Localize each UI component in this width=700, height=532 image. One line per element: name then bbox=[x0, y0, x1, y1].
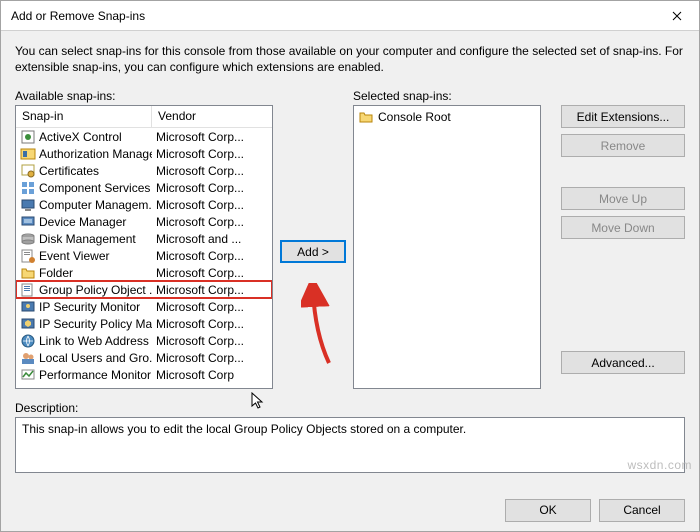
selected-item-name: Console Root bbox=[378, 110, 451, 124]
selected-label: Selected snap-ins: bbox=[353, 89, 685, 103]
cert-icon bbox=[20, 163, 36, 179]
computer-icon bbox=[20, 197, 36, 213]
snapin-vendor: Microsoft Corp... bbox=[152, 317, 272, 331]
selected-snapins-list[interactable]: Console Root bbox=[353, 105, 541, 389]
list-item[interactable]: IP Security Policy Ma...Microsoft Corp..… bbox=[16, 315, 272, 332]
list-item[interactable]: ActiveX Control Microsoft Corp... bbox=[16, 128, 272, 145]
available-header[interactable]: Snap-in Vendor bbox=[16, 106, 272, 128]
right-button-column: Edit Extensions... Remove Move Up Move D… bbox=[541, 105, 685, 389]
snapin-name: Local Users and Gro... bbox=[39, 351, 152, 365]
titlebar: Add or Remove Snap-ins bbox=[1, 1, 699, 31]
window-title: Add or Remove Snap-ins bbox=[11, 9, 654, 23]
snapin-vendor: Microsoft Corp... bbox=[152, 300, 272, 314]
snapin-vendor: Microsoft Corp... bbox=[152, 181, 272, 195]
folder-icon bbox=[358, 109, 374, 125]
auth-icon bbox=[20, 146, 36, 162]
snapin-name: Performance Monitor bbox=[39, 368, 151, 382]
snapin-name: ActiveX Control bbox=[39, 130, 122, 144]
close-icon bbox=[672, 11, 682, 21]
snapin-name: Device Manager bbox=[39, 215, 126, 229]
list-item[interactable]: Event Viewer Microsoft Corp... bbox=[16, 247, 272, 264]
snapin-name: Disk Management bbox=[39, 232, 136, 246]
list-item[interactable]: Folder Microsoft Corp... bbox=[16, 264, 272, 281]
snapin-name: Component Services bbox=[39, 181, 150, 195]
column-snapin[interactable]: Snap-in bbox=[16, 106, 152, 127]
perf-icon bbox=[20, 367, 36, 383]
snapin-name: Certificates bbox=[39, 164, 99, 178]
annotation-arrow-icon bbox=[301, 283, 341, 373]
device-icon bbox=[20, 214, 36, 230]
available-list-body[interactable]: ActiveX ControlMicrosoft Corp...Authoriz… bbox=[16, 128, 272, 388]
snapin-vendor: Microsoft Corp... bbox=[152, 266, 272, 280]
main-area: Snap-in Vendor ActiveX Control Microsoft … bbox=[15, 105, 685, 389]
list-item[interactable]: Local Users and Gro...Microsoft Corp... bbox=[16, 349, 272, 366]
list-item[interactable]: Performance MonitorMicrosoft Corp bbox=[16, 366, 272, 383]
watermark-text: wsxdn.com bbox=[627, 458, 692, 472]
advanced-button[interactable]: Advanced... bbox=[561, 351, 685, 374]
close-button[interactable] bbox=[654, 1, 699, 31]
activex-icon bbox=[20, 129, 36, 145]
list-item[interactable]: Device Manager Microsoft Corp... bbox=[16, 213, 272, 230]
list-item[interactable]: Component ServicesMicrosoft Corp... bbox=[16, 179, 272, 196]
event-icon bbox=[20, 248, 36, 264]
snapin-vendor: Microsoft Corp... bbox=[152, 351, 272, 365]
list-item[interactable]: IP Security Monitor Microsoft Corp... bbox=[16, 298, 272, 315]
snapin-name: Folder bbox=[39, 266, 73, 280]
component-icon bbox=[20, 180, 36, 196]
description-label: Description: bbox=[15, 401, 685, 415]
link-icon bbox=[20, 333, 36, 349]
ipsecmon-icon bbox=[20, 299, 36, 315]
middle-column: Add > bbox=[273, 105, 353, 389]
snapin-name: IP Security Policy Ma... bbox=[39, 317, 152, 331]
ipsecpol-icon bbox=[20, 316, 36, 332]
snapin-vendor: Microsoft Corp... bbox=[152, 130, 272, 144]
snapin-vendor: Microsoft Corp... bbox=[152, 147, 272, 161]
folder-icon bbox=[20, 265, 36, 281]
ok-button[interactable]: OK bbox=[505, 499, 591, 522]
snapin-vendor: Microsoft Corp... bbox=[152, 198, 272, 212]
snapin-vendor: Microsoft Corp... bbox=[152, 283, 272, 297]
snapin-name: Event Viewer bbox=[39, 249, 109, 263]
list-item[interactable]: Disk Management Microsoft and ... bbox=[16, 230, 272, 247]
cancel-button[interactable]: Cancel bbox=[599, 499, 685, 522]
snapin-name: Computer Managem... bbox=[39, 198, 152, 212]
snapin-name: Authorization Manager bbox=[39, 147, 152, 161]
move-down-button[interactable]: Move Down bbox=[561, 216, 685, 239]
dialog-content: You can select snap-ins for this console… bbox=[1, 31, 699, 489]
list-item[interactable]: Console Root bbox=[356, 108, 538, 125]
snapin-vendor: Microsoft Corp bbox=[152, 368, 272, 382]
dialog-window: Add or Remove Snap-ins You can select sn… bbox=[0, 0, 700, 532]
list-item[interactable]: Certificates Microsoft Corp... bbox=[16, 162, 272, 179]
list-item[interactable]: Computer Managem...Microsoft Corp... bbox=[16, 196, 272, 213]
panel-labels: Available snap-ins: Selected snap-ins: bbox=[15, 89, 685, 103]
available-snapins-list[interactable]: Snap-in Vendor ActiveX Control Microsoft … bbox=[15, 105, 273, 389]
intro-text: You can select snap-ins for this console… bbox=[15, 43, 685, 75]
description-box: This snap-in allows you to edit the loca… bbox=[15, 417, 685, 473]
description-section: Description: This snap-in allows you to … bbox=[15, 401, 685, 473]
snapin-vendor: Microsoft Corp... bbox=[152, 164, 272, 178]
snapin-vendor: Microsoft Corp... bbox=[152, 249, 272, 263]
snapin-vendor: Microsoft Corp... bbox=[152, 334, 272, 348]
dialog-footer: OK Cancel bbox=[1, 489, 699, 531]
available-label: Available snap-ins: bbox=[15, 89, 273, 103]
gpo-icon bbox=[20, 282, 36, 298]
disk-icon bbox=[20, 231, 36, 247]
list-item[interactable]: Group Policy Object ...Microsoft Corp... bbox=[16, 281, 272, 298]
move-up-button[interactable]: Move Up bbox=[561, 187, 685, 210]
snapin-vendor: Microsoft and ... bbox=[152, 232, 272, 246]
snapin-name: IP Security Monitor bbox=[39, 300, 140, 314]
add-button[interactable]: Add > bbox=[280, 240, 346, 263]
snapin-name: Group Policy Object ... bbox=[39, 283, 152, 297]
list-item[interactable]: Authorization ManagerMicrosoft Corp... bbox=[16, 145, 272, 162]
list-item[interactable]: Link to Web AddressMicrosoft Corp... bbox=[16, 332, 272, 349]
users-icon bbox=[20, 350, 36, 366]
snapin-name: Link to Web Address bbox=[39, 334, 149, 348]
edit-extensions-button[interactable]: Edit Extensions... bbox=[561, 105, 685, 128]
snapin-vendor: Microsoft Corp... bbox=[152, 215, 272, 229]
remove-button[interactable]: Remove bbox=[561, 134, 685, 157]
column-vendor[interactable]: Vendor bbox=[152, 106, 272, 127]
